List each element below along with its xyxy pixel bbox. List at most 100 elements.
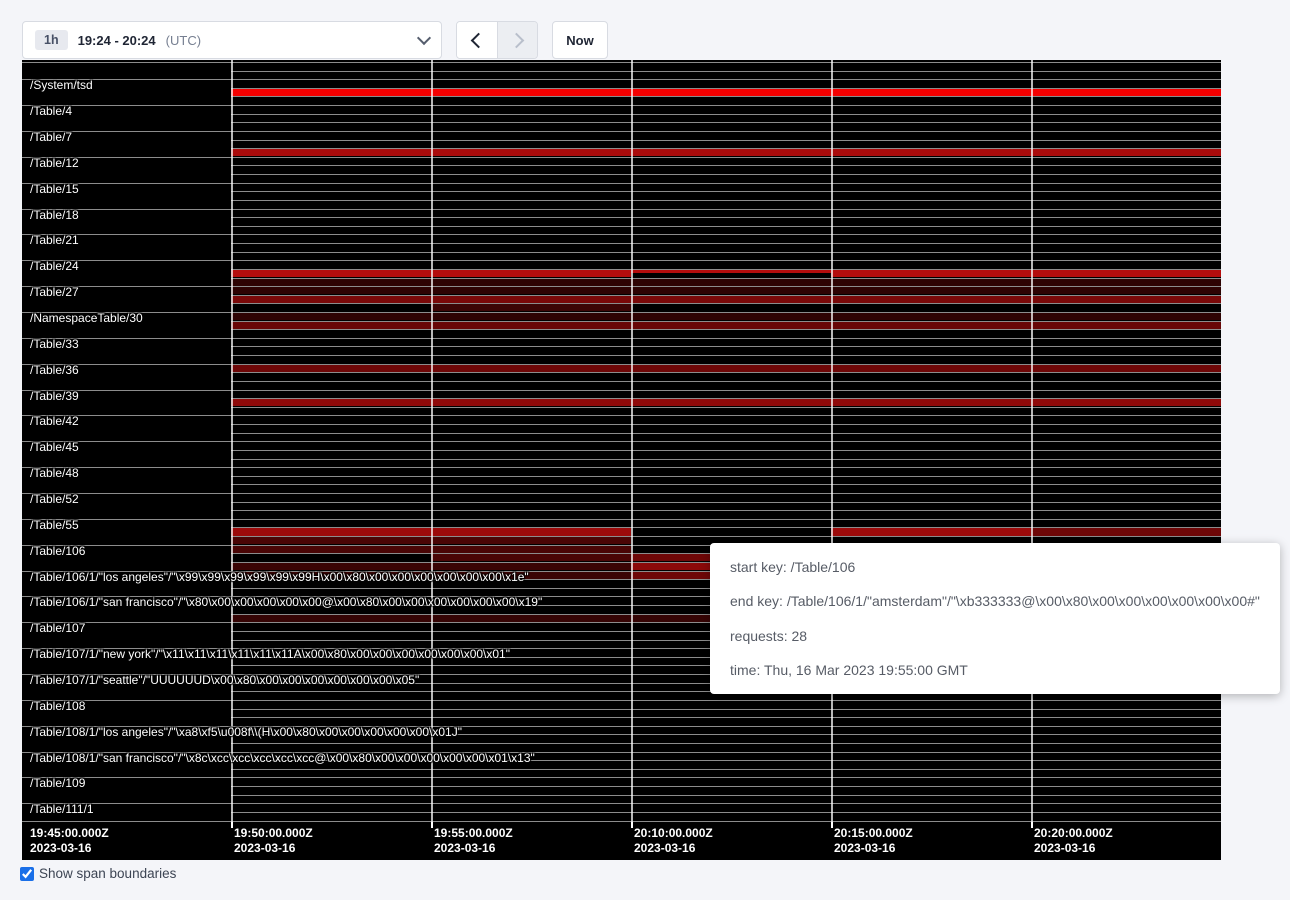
span-boundary-line bbox=[22, 62, 231, 63]
heat-band[interactable] bbox=[231, 313, 1221, 320]
prev-time-button[interactable] bbox=[457, 22, 497, 58]
span-boundary-line bbox=[231, 390, 1221, 391]
span-boundary-line bbox=[231, 493, 1221, 494]
heat-band[interactable] bbox=[231, 296, 1221, 303]
span-boundary-line bbox=[231, 191, 1221, 192]
time-axis-label: 20:20:00.000Z2023-03-16 bbox=[1034, 826, 1113, 856]
span-key-label: /NamespaceTable/30 bbox=[30, 311, 143, 325]
time-axis-label: 20:10:00.000Z2023-03-16 bbox=[634, 826, 713, 856]
axis-time: 19:55:00.000Z bbox=[434, 826, 513, 841]
axis-date: 2023-03-16 bbox=[834, 841, 913, 856]
span-boundary-line bbox=[231, 217, 1221, 218]
span-key-label: /Table/4 bbox=[30, 104, 72, 118]
heat-band[interactable] bbox=[231, 287, 1221, 294]
time-bucket-line bbox=[231, 60, 233, 822]
span-boundary-line bbox=[231, 803, 1221, 804]
span-boundary-line bbox=[231, 96, 1221, 97]
span-boundary-line bbox=[231, 484, 1221, 485]
chevron-down-icon bbox=[417, 31, 431, 45]
span-key-label: /Table/36 bbox=[30, 363, 79, 377]
span-boundary-line bbox=[231, 252, 1221, 253]
heat-band[interactable] bbox=[631, 270, 831, 273]
span-boundary-line bbox=[231, 338, 1221, 339]
span-boundary-line bbox=[231, 62, 1221, 63]
span-key-label: /Table/107/1/"new york"/"\x11\x11\x11\x1… bbox=[30, 647, 510, 661]
chevron-right-icon bbox=[508, 32, 524, 48]
span-boundary-line bbox=[231, 709, 1221, 710]
span-key-label: /Table/21 bbox=[30, 233, 79, 247]
span-boundary-line bbox=[22, 821, 231, 822]
span-boundary-line bbox=[231, 329, 1221, 330]
span-boundary-line bbox=[231, 183, 1221, 184]
span-boundary-line bbox=[231, 312, 1221, 313]
span-boundary-line bbox=[231, 355, 1221, 356]
heat-band[interactable] bbox=[231, 399, 1221, 406]
span-boundary-line bbox=[231, 502, 1221, 503]
time-range-dropdown[interactable]: 1h 19:24 - 20:24 (UTC) bbox=[22, 21, 442, 59]
span-boundary-line bbox=[231, 364, 1221, 365]
axis-tick-mark bbox=[1031, 822, 1033, 828]
show-span-boundaries-checkbox[interactable] bbox=[20, 867, 34, 881]
heat-band[interactable] bbox=[231, 89, 1221, 96]
time-range-duration-badge: 1h bbox=[35, 30, 68, 50]
heat-band[interactable] bbox=[831, 270, 1221, 277]
axis-date: 2023-03-16 bbox=[434, 841, 513, 856]
key-visualizer-heatmap[interactable]: /System/tsd/Table/4/Table/7/Table/12/Tab… bbox=[22, 60, 1221, 860]
heat-band[interactable] bbox=[231, 322, 1221, 329]
span-boundary-line bbox=[231, 821, 1221, 822]
heat-band[interactable] bbox=[831, 528, 1031, 535]
span-boundary-line bbox=[231, 536, 1221, 537]
time-nav-button-group bbox=[456, 21, 538, 59]
span-boundary-line bbox=[231, 131, 1221, 132]
span-key-label: /Table/48 bbox=[30, 466, 79, 480]
axis-time: 19:45:00.000Z bbox=[30, 826, 109, 841]
span-boundary-line bbox=[231, 459, 1221, 460]
show-span-boundaries-label: Show span boundaries bbox=[39, 866, 176, 881]
span-key-label: /Table/106/1/"los angeles"/"\x99\x99\x99… bbox=[30, 570, 529, 584]
span-key-label: /Table/55 bbox=[30, 518, 79, 532]
span-boundary-line bbox=[231, 278, 1221, 279]
axis-tick-mark bbox=[231, 822, 233, 828]
span-boundary-line bbox=[231, 321, 1221, 322]
span-boundary-line bbox=[231, 743, 1221, 744]
axis-tick-mark bbox=[631, 822, 633, 828]
heat-band[interactable] bbox=[231, 365, 1221, 372]
heat-band[interactable] bbox=[231, 149, 1221, 156]
span-key-label: /Table/18 bbox=[30, 208, 79, 222]
next-time-button[interactable] bbox=[497, 22, 537, 58]
time-axis-label: 19:50:00.000Z2023-03-16 bbox=[234, 826, 313, 856]
span-key-label: /Table/111/1 bbox=[30, 802, 94, 816]
time-range-timezone: (UTC) bbox=[166, 33, 201, 48]
span-boundary-line bbox=[231, 234, 1221, 235]
heat-band[interactable] bbox=[231, 279, 1221, 286]
chevron-left-icon bbox=[471, 32, 487, 48]
span-boundary-line bbox=[231, 415, 1221, 416]
span-key-label: /Table/106 bbox=[30, 544, 85, 558]
heat-band[interactable] bbox=[431, 304, 631, 311]
span-key-label: /Table/109 bbox=[30, 776, 85, 790]
span-boundary-line bbox=[231, 165, 1221, 166]
span-boundary-line bbox=[231, 476, 1221, 477]
axis-time: 20:20:00.000Z bbox=[1034, 826, 1113, 841]
span-boundary-line bbox=[231, 519, 1221, 520]
span-boundary-line bbox=[231, 148, 1221, 149]
span-boundary-line bbox=[231, 79, 1221, 80]
span-key-label: /Table/42 bbox=[30, 414, 79, 428]
span-key-label: /Table/108/1/"los angeles"/"\xa8\xf5\u00… bbox=[30, 725, 462, 739]
time-toolbar: 1h 19:24 - 20:24 (UTC) Now bbox=[22, 21, 608, 59]
span-boundary-line bbox=[231, 424, 1221, 425]
now-button[interactable]: Now bbox=[552, 21, 608, 59]
span-key-label: /Table/45 bbox=[30, 440, 79, 454]
span-key-label: /Table/15 bbox=[30, 182, 79, 196]
heat-band[interactable] bbox=[1031, 528, 1221, 535]
tooltip-end-key: end key: /Table/106/1/"amsterdam"/"\xb33… bbox=[730, 591, 1260, 611]
span-key-label: /Table/108 bbox=[30, 699, 85, 713]
span-boundary-line bbox=[231, 433, 1221, 434]
span-key-label: /Table/27 bbox=[30, 285, 79, 299]
span-boundary-line bbox=[231, 398, 1221, 399]
axis-date: 2023-03-16 bbox=[30, 841, 109, 856]
tooltip-start-key: start key: /Table/106 bbox=[730, 557, 1260, 577]
span-boundary-line bbox=[231, 786, 1221, 787]
span-boundary-line bbox=[231, 795, 1221, 796]
heat-band[interactable] bbox=[431, 554, 631, 561]
